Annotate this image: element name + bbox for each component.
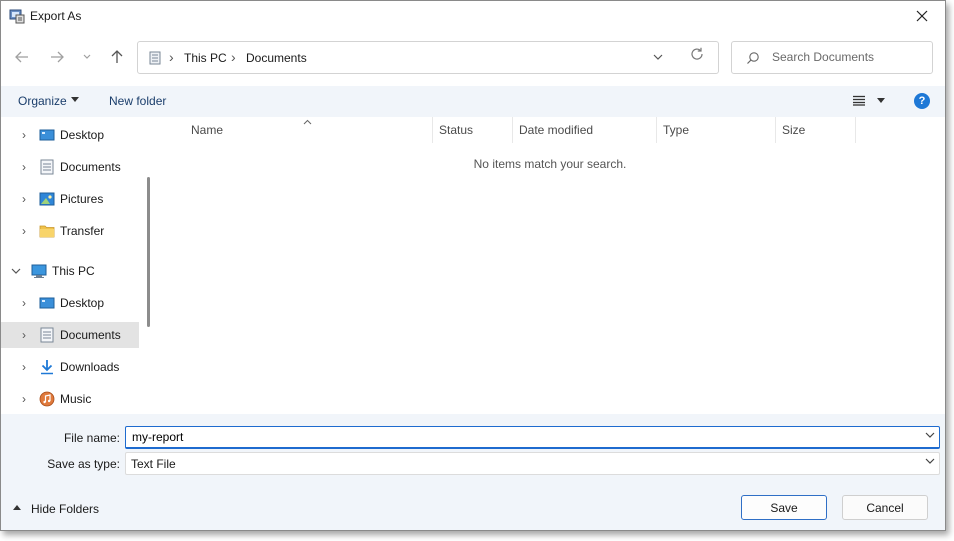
chevron-right-icon[interactable]: ›: [18, 224, 30, 238]
breadcrumb-documents[interactable]: Documents: [246, 51, 307, 65]
column-header-status[interactable]: Status: [433, 117, 513, 143]
back-button[interactable]: [10, 45, 34, 69]
pictures-icon: [39, 192, 55, 206]
breadcrumb-this-pc[interactable]: This PC: [184, 51, 227, 65]
new-folder-button[interactable]: New folder: [109, 94, 166, 108]
file-name-field[interactable]: [125, 426, 940, 449]
sidebar-item-label: Transfer: [60, 224, 105, 238]
refresh-button[interactable]: [690, 47, 704, 66]
chevron-right-icon[interactable]: ›: [18, 392, 30, 406]
sidebar-item-desktop[interactable]: › Desktop: [1, 290, 139, 316]
empty-list-message: No items match your search.: [473, 157, 627, 171]
column-header-type[interactable]: Type: [657, 117, 776, 143]
help-icon[interactable]: ?: [914, 93, 930, 109]
chevron-right-icon[interactable]: ›: [18, 360, 30, 374]
sidebar-item-label: Documents: [60, 328, 121, 342]
chevron-down-icon: [653, 54, 663, 60]
navigation-pane: › Desktop › Documents › Pictures › Trans…: [1, 117, 157, 414]
caret-down-icon: [71, 97, 79, 102]
sidebar-item-documents[interactable]: › Documents: [1, 322, 139, 348]
recent-locations-button[interactable]: [75, 45, 99, 69]
sidebar-item-pictures[interactable]: › Pictures: [1, 186, 139, 212]
sidebar-item-label: Music: [60, 392, 92, 406]
sidebar-item-downloads[interactable]: › Downloads: [1, 354, 139, 380]
chevron-down-icon[interactable]: [925, 430, 935, 442]
close-button[interactable]: [899, 1, 945, 31]
organize-button[interactable]: Organize: [18, 94, 67, 108]
command-bar: Organize New folder ?: [1, 86, 945, 117]
save-options-panel: File name: Save as type: Text File Hide …: [1, 414, 945, 530]
sidebar-item-label: Desktop: [60, 128, 105, 142]
sidebar-item-music[interactable]: › Music: [1, 386, 139, 412]
save-as-type-label: Save as type:: [47, 457, 120, 471]
chevron-right-icon[interactable]: ›: [18, 296, 30, 310]
caret-up-icon: [13, 505, 21, 510]
chevron-right-icon[interactable]: ›: [18, 128, 30, 142]
this-pc-icon: [149, 51, 161, 65]
title-bar: Export As: [1, 1, 945, 31]
folder-icon: [39, 225, 55, 238]
column-header-size[interactable]: Size: [776, 117, 856, 143]
arrow-left-icon: [15, 51, 28, 63]
view-options-icon[interactable]: [852, 95, 866, 106]
column-header-date-modified[interactable]: Date modified: [513, 117, 657, 143]
sidebar-item-label: Pictures: [60, 192, 104, 206]
save-as-type-value: Text File: [131, 457, 176, 471]
music-icon: [39, 391, 55, 407]
sidebar-item-label: Documents: [60, 160, 121, 174]
file-list[interactable]: Name Status Date modified Type Size No i…: [157, 117, 943, 414]
caret-down-icon[interactable]: [877, 98, 885, 103]
sidebar-item-label: This PC: [52, 264, 95, 278]
chevron-down-icon: [83, 54, 91, 59]
documents-icon: [40, 159, 54, 175]
chevron-right-icon[interactable]: ›: [18, 328, 30, 342]
up-button[interactable]: [105, 45, 129, 69]
sidebar-item-desktop[interactable]: › Desktop: [1, 122, 139, 148]
sidebar-item-label: Downloads: [60, 360, 120, 374]
sidebar-item-documents[interactable]: › Documents: [1, 154, 139, 180]
downloads-icon: [41, 360, 53, 375]
forward-button[interactable]: [45, 45, 69, 69]
close-icon: [916, 10, 928, 22]
breadcrumb-separator-icon: ›: [169, 49, 174, 65]
file-name-label: File name:: [63, 431, 120, 445]
chevron-right-icon[interactable]: ›: [18, 192, 30, 206]
hide-folders-label: Hide Folders: [31, 502, 100, 516]
desktop-icon: [39, 129, 55, 141]
address-dropdown-button[interactable]: [653, 50, 663, 64]
sidebar-item-transfer[interactable]: › Transfer: [1, 218, 139, 244]
desktop-icon: [39, 297, 55, 309]
refresh-icon: [691, 47, 703, 60]
arrow-up-icon: [111, 50, 123, 63]
column-header-name[interactable]: Name: [185, 117, 433, 143]
export-as-dialog: Export As › This PC › Documents Search D…: [0, 0, 946, 531]
documents-icon: [40, 327, 54, 343]
chevron-down-icon[interactable]: [10, 264, 22, 278]
sidebar-scrollbar[interactable]: [147, 177, 150, 327]
computer-icon: [31, 264, 47, 278]
cancel-button[interactable]: Cancel: [842, 495, 928, 520]
arrow-right-icon: [51, 51, 64, 63]
chevron-right-icon[interactable]: ›: [18, 160, 30, 174]
search-input[interactable]: [772, 50, 922, 64]
save-button[interactable]: Save: [741, 495, 827, 520]
sidebar-item-label: Desktop: [60, 296, 105, 310]
chevron-down-icon[interactable]: [925, 456, 935, 468]
search-box[interactable]: [731, 41, 933, 74]
app-icon: [9, 9, 25, 24]
sidebar-item-this-pc[interactable]: This PC: [1, 258, 139, 284]
save-as-type-select[interactable]: Text File: [125, 452, 940, 475]
window-title: Export As: [30, 9, 82, 23]
file-name-input[interactable]: [132, 430, 902, 444]
search-icon: [747, 52, 759, 64]
address-bar[interactable]: › This PC › Documents: [137, 41, 719, 74]
breadcrumb-separator-icon: ›: [231, 49, 236, 65]
